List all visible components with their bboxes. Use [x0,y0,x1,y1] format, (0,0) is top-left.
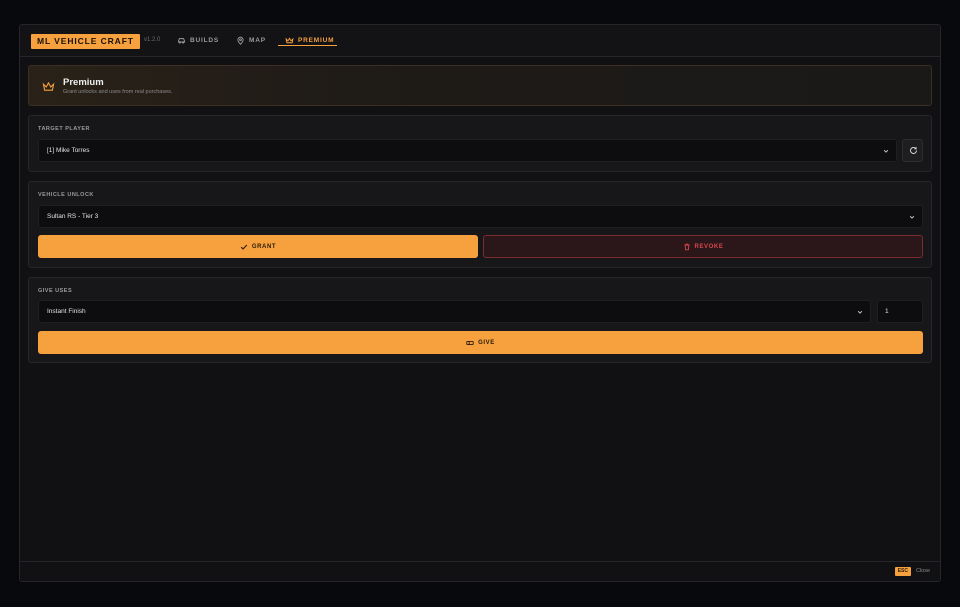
page-subtitle: Grant unlocks and uses from real purchas… [63,89,173,95]
give-button[interactable]: GIVE [38,331,923,354]
vehicle-unlock-section: VEHICLE UNLOCK Sultan RS - Tier 3 GRANT … [28,181,932,268]
chevron-down-icon [857,310,863,314]
tab-premium[interactable]: PREMIUM [285,36,334,45]
crown-icon [42,81,55,91]
map-pin-icon [237,36,244,45]
tab-builds[interactable]: BUILDS [177,36,219,45]
target-player-select[interactable]: [1] Mike Torres [38,139,897,162]
target-player-value: [1] Mike Torres [47,147,90,154]
section-label: TARGET PLAYER [38,126,91,132]
quantity-value: 1 [885,308,889,315]
use-type-select[interactable]: Instant Finish [38,300,871,323]
crown-icon [285,37,294,44]
section-label: GIVE USES [38,288,73,294]
grant-label: GRANT [251,243,277,250]
esc-key-badge[interactable]: ESC [894,567,911,576]
check-icon [240,244,248,250]
app-version: v1.2.0 [144,37,161,43]
chevron-down-icon [909,215,915,219]
tab-map-label: MAP [249,37,266,44]
close-hint[interactable]: Close [916,568,930,574]
give-uses-section: GIVE USES Instant Finish 1 GIVE [28,277,932,363]
refresh-icon [910,147,917,154]
active-tab-indicator [278,45,337,46]
grant-button[interactable]: GRANT [38,235,478,258]
app-logo: ML VEHICLE CRAFT [31,34,140,49]
give-label: GIVE [478,339,495,346]
ticket-icon [466,340,474,345]
target-player-section: TARGET PLAYER [1] Mike Torres [28,115,932,172]
app-window: ML VEHICLE CRAFT v1.2.0 BUILDS MAP PREMI… [19,24,941,582]
car-icon [178,38,185,44]
refresh-players-button[interactable] [902,139,923,162]
vehicle-select[interactable]: Sultan RS - Tier 3 [38,205,923,228]
tab-map[interactable]: MAP [236,36,266,45]
revoke-button[interactable]: REVOKE [483,235,923,258]
top-bar: ML VEHICLE CRAFT v1.2.0 BUILDS MAP PREMI… [20,25,940,57]
chevron-down-icon [883,149,889,153]
premium-header: Premium Grant unlocks and uses from real… [28,65,932,106]
footer-bar: ESC Close [20,561,940,581]
page-title: Premium [63,77,104,88]
trash-icon [683,243,690,250]
tab-builds-label: BUILDS [190,37,219,44]
vehicle-value: Sultan RS - Tier 3 [47,213,99,220]
quantity-input[interactable]: 1 [877,300,923,323]
tab-premium-label: PREMIUM [298,37,335,44]
use-type-value: Instant Finish [47,308,86,315]
section-label: VEHICLE UNLOCK [38,192,94,198]
revoke-label: REVOKE [694,243,724,250]
